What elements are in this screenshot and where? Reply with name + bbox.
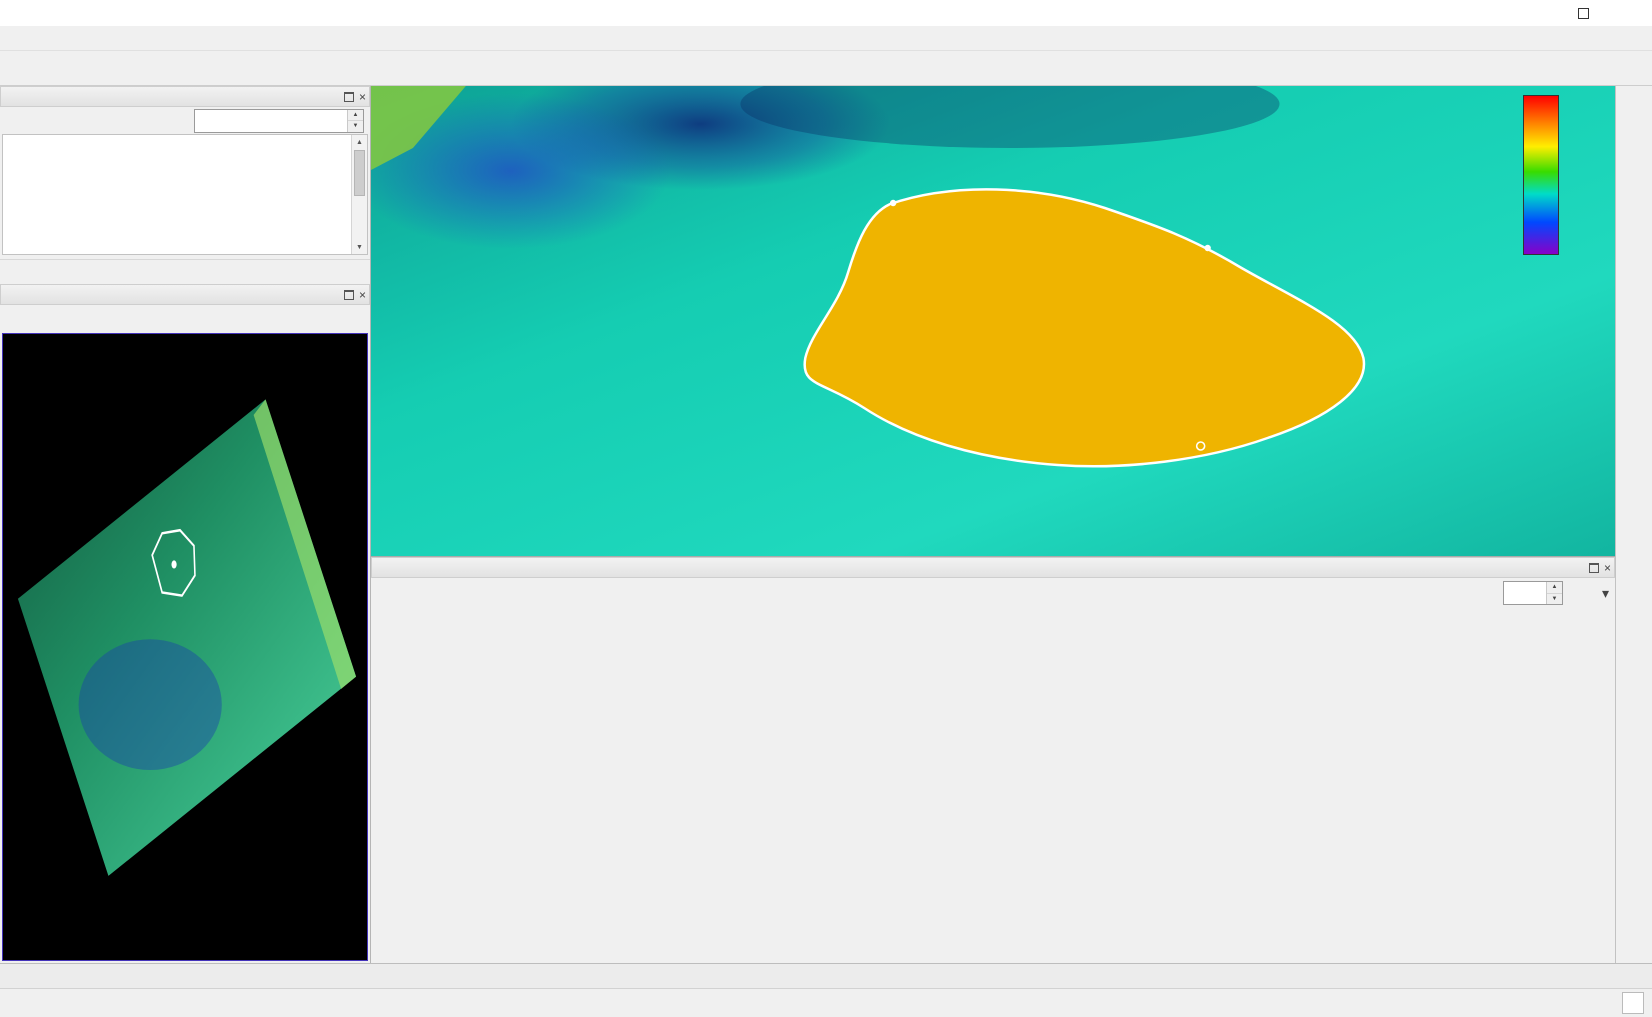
overview-toolbar <box>0 305 370 333</box>
project-layers-header: × <box>0 86 370 107</box>
menubar <box>0 26 1652 50</box>
polygon-vertex-dot <box>1204 244 1211 252</box>
scene-3d-view[interactable] <box>371 86 1615 556</box>
float-panel-icon[interactable] <box>343 289 354 300</box>
slice-editor-panel: × ▲ ▼ ▾ <box>371 556 1615 963</box>
slice-editor-header: × <box>371 557 1615 578</box>
main-toolbar <box>0 50 1652 86</box>
left-panel-tabs <box>0 259 370 284</box>
tree-scrollbar[interactable]: ▲ ▼ <box>351 135 367 254</box>
float-panel-icon[interactable] <box>1588 562 1599 573</box>
sounding-status <box>371 943 1615 963</box>
surface-overview-canvas[interactable] <box>2 333 368 961</box>
close-panel-icon[interactable]: × <box>1604 562 1611 574</box>
left-dock: × ▲ ▼ ▲ ▼ × <box>0 86 371 963</box>
qimera-logo-icon <box>8 4 26 22</box>
close-panel-icon[interactable]: × <box>359 289 366 301</box>
chevron-down-icon[interactable]: ▾ <box>1602 586 1609 600</box>
slice-plot[interactable] <box>371 608 1615 943</box>
vertical-exaggeration-spinner[interactable]: ▲ ▼ <box>194 108 364 133</box>
exag-spinner[interactable]: ▲ ▼ <box>1502 581 1563 605</box>
surface-edit-overview-header: × <box>0 284 370 305</box>
layer-tree: ▲ ▼ <box>2 134 368 255</box>
slice-editor-toolbar: ▲ ▼ ▾ <box>371 578 1615 608</box>
colorbar-gradient <box>1523 95 1559 255</box>
qimera-window: × ▲ ▼ ▲ ▼ × × ▲ ▼ ▾ <box>0 0 1652 1017</box>
float-panel-icon[interactable] <box>343 91 354 102</box>
close-button[interactable] <box>1606 0 1652 26</box>
close-panel-icon[interactable]: × <box>359 91 366 103</box>
minimize-button[interactable] <box>1514 0 1560 26</box>
right-toolbar <box>1615 86 1652 963</box>
bottom-tab-bar <box>0 963 1652 988</box>
status-bar <box>0 988 1652 1017</box>
polygon-vertex-dot <box>889 199 897 207</box>
status-ok-icon[interactable] <box>1622 992 1644 1014</box>
export-view-icon[interactable] <box>1568 579 1597 607</box>
depth-colorbar <box>1516 95 1559 255</box>
maximize-button[interactable] <box>1560 0 1606 26</box>
titlebar <box>0 0 1652 26</box>
